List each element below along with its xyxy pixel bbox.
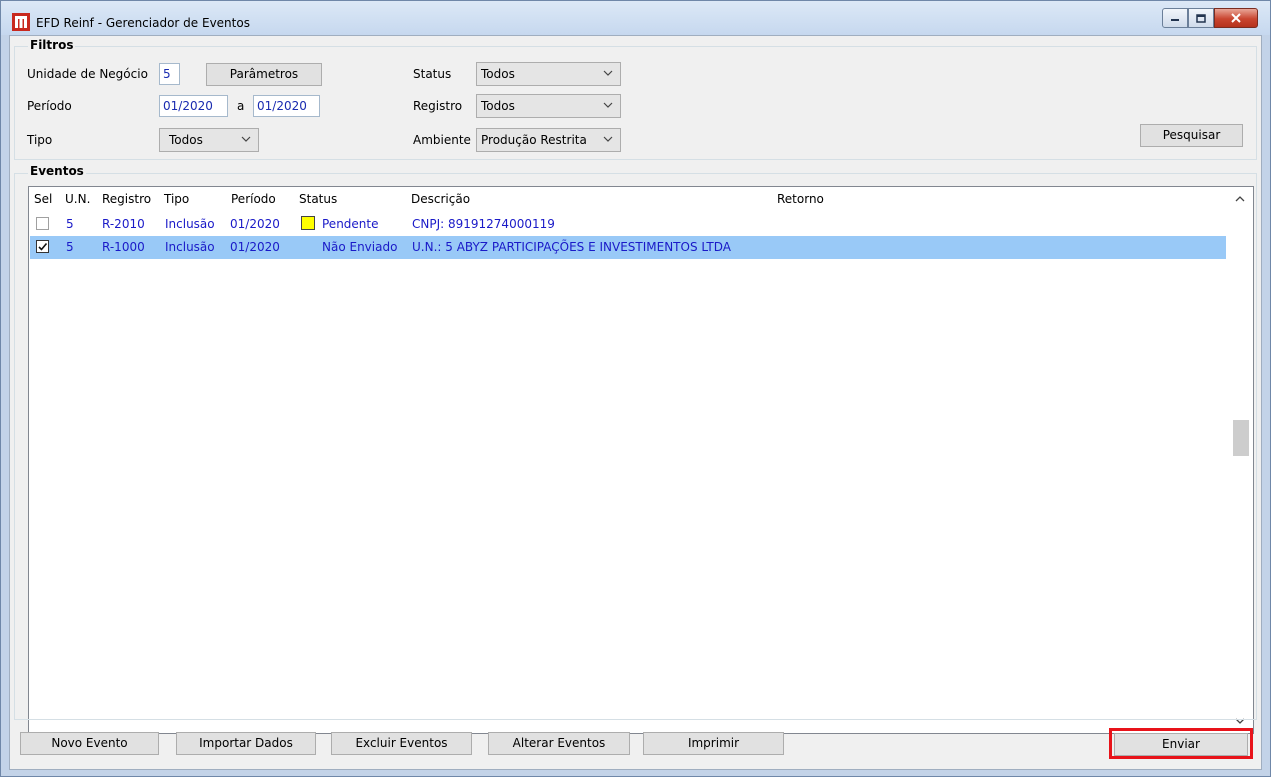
window-title: EFD Reinf - Gerenciador de Eventos	[36, 16, 250, 30]
registro-label: Registro	[413, 99, 463, 113]
eventos-table[interactable]: Sel U.N. Registro Tipo Período Status De…	[28, 186, 1254, 734]
status-color-swatch	[301, 216, 315, 230]
ambiente-select[interactable]: Produção Restrita	[476, 128, 621, 152]
chevron-up-icon[interactable]	[1234, 193, 1246, 205]
ambiente-label: Ambiente	[413, 133, 471, 147]
client-area: Filtros Unidade de Negócio 5 Parâmetros …	[9, 35, 1262, 770]
tipo-select-value: Todos	[169, 133, 203, 147]
column-header-status[interactable]: Status	[299, 187, 337, 211]
maximize-button[interactable]	[1188, 8, 1214, 28]
close-icon	[1231, 13, 1241, 23]
periodo-from-input[interactable]: 01/2020	[159, 95, 228, 117]
tipo-label: Tipo	[27, 133, 53, 147]
scrollbar-thumb[interactable]	[1233, 420, 1249, 456]
cell-un: 5	[66, 240, 74, 254]
chevron-down-icon[interactable]	[1234, 715, 1246, 727]
importar-dados-label: Importar Dados	[199, 736, 293, 750]
checkmark-icon	[38, 242, 48, 251]
novo-evento-button[interactable]: Novo Evento	[20, 732, 159, 755]
cell-tipo: Inclusão	[165, 217, 215, 231]
minimize-icon	[1171, 19, 1179, 21]
cell-registro: R-1000	[102, 240, 145, 254]
row-select-checkbox[interactable]	[36, 217, 49, 230]
status-select[interactable]: Todos	[476, 62, 621, 86]
unidade-input[interactable]: 5	[159, 63, 180, 85]
cell-descricao: CNPJ: 89191274000119	[412, 217, 555, 231]
ambiente-select-value: Produção Restrita	[481, 133, 587, 147]
pesquisar-button-label: Pesquisar	[1162, 128, 1221, 142]
table-row[interactable]: 5 R-2010 Inclusão 01/2020 Pendente CNPJ:…	[30, 213, 1226, 236]
filtros-legend: Filtros	[28, 38, 76, 52]
chevron-down-icon	[603, 70, 613, 76]
eventos-legend: Eventos	[28, 164, 86, 178]
alterar-eventos-label: Alterar Eventos	[512, 736, 606, 750]
cell-periodo: 01/2020	[230, 240, 280, 254]
column-header-sel[interactable]: Sel	[34, 187, 52, 211]
cell-tipo: Inclusão	[165, 240, 215, 254]
excluir-eventos-label: Excluir Eventos	[355, 736, 448, 750]
column-header-periodo[interactable]: Período	[231, 187, 276, 211]
chevron-down-icon	[603, 102, 613, 108]
chevron-down-icon	[241, 136, 251, 142]
column-header-descricao[interactable]: Descrição	[411, 187, 470, 211]
imprimir-button[interactable]: Imprimir	[643, 732, 784, 755]
main-window: EFD Reinf - Gerenciador de Eventos Filtr…	[0, 0, 1271, 777]
periodo-to-input[interactable]: 01/2020	[253, 95, 320, 117]
cell-un: 5	[66, 217, 74, 231]
excluir-eventos-button[interactable]: Excluir Eventos	[331, 732, 472, 755]
column-header-registro[interactable]: Registro	[102, 187, 151, 211]
cell-periodo: 01/2020	[230, 217, 280, 231]
column-header-un[interactable]: U.N.	[65, 187, 90, 211]
minimize-button[interactable]	[1162, 8, 1188, 28]
tipo-select[interactable]: Todos	[159, 128, 259, 152]
cell-registro: R-2010	[102, 217, 145, 231]
chevron-down-icon	[603, 136, 613, 142]
close-button[interactable]	[1214, 8, 1258, 28]
cell-descricao: U.N.: 5 ABYZ PARTICIPAÇÕES E INVESTIMENT…	[412, 240, 731, 254]
pesquisar-button[interactable]: Pesquisar	[1140, 124, 1243, 147]
vertical-scrollbar[interactable]	[1227, 187, 1253, 733]
registro-select-value: Todos	[481, 99, 515, 113]
column-header-retorno[interactable]: Retorno	[777, 187, 824, 211]
app-logo-icon	[12, 13, 30, 31]
cell-status: Não Enviado	[322, 240, 398, 254]
imprimir-label: Imprimir	[687, 736, 740, 750]
novo-evento-label: Novo Evento	[51, 736, 128, 750]
maximize-icon	[1196, 13, 1206, 23]
parametros-button[interactable]: Parâmetros	[206, 63, 322, 86]
divider	[14, 719, 1257, 720]
column-header-tipo[interactable]: Tipo	[164, 187, 189, 211]
importar-dados-button[interactable]: Importar Dados	[176, 732, 316, 755]
title-bar[interactable]: EFD Reinf - Gerenciador de Eventos	[1, 1, 1270, 35]
periodo-separator: a	[237, 99, 245, 113]
registro-select[interactable]: Todos	[476, 94, 621, 118]
status-select-value: Todos	[481, 67, 515, 81]
periodo-label: Período	[27, 99, 72, 113]
row-select-checkbox[interactable]	[36, 240, 49, 253]
enviar-highlight-box	[1109, 728, 1253, 759]
unidade-label: Unidade de Negócio	[27, 67, 148, 81]
window-controls	[1162, 8, 1258, 28]
status-label: Status	[413, 67, 452, 81]
alterar-eventos-button[interactable]: Alterar Eventos	[488, 732, 630, 755]
table-row-selected[interactable]: 5 R-1000 Inclusão 01/2020 Não Enviado U.…	[30, 236, 1226, 259]
cell-status: Pendente	[322, 217, 379, 231]
